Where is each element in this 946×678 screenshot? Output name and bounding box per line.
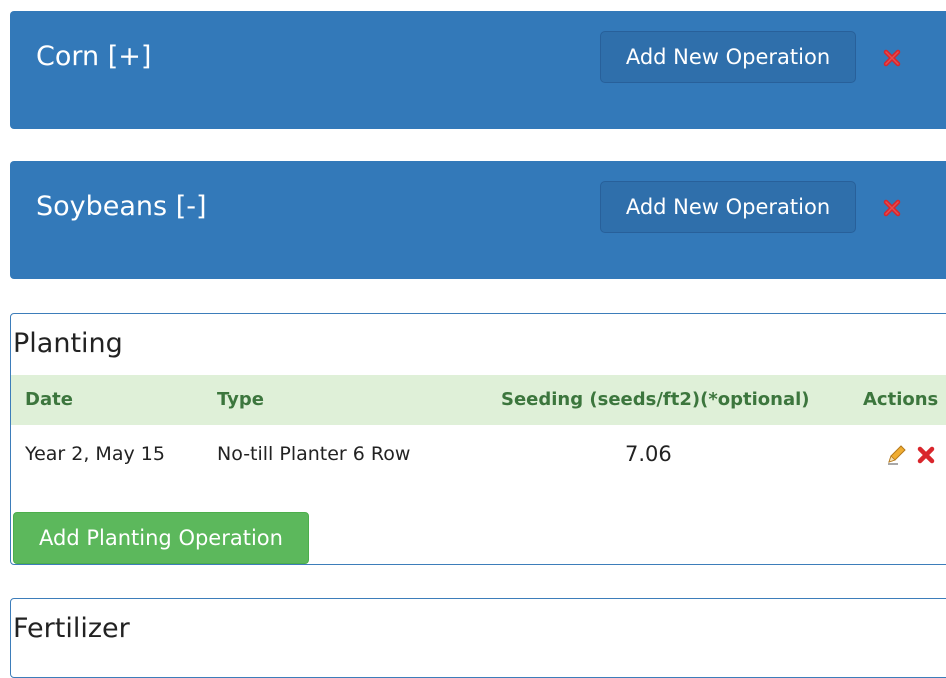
- crop-toggle-soybeans[interactable]: Soybeans [-]: [36, 189, 207, 225]
- delete-crop-icon[interactable]: [882, 48, 902, 68]
- add-new-operation-button-soybeans[interactable]: Add New Operation: [600, 181, 856, 233]
- fertilizer-section: Fertilizer: [10, 598, 946, 678]
- column-header-type: Type: [217, 389, 264, 410]
- table-row: Year 2, May 15 No-till Planter 6 Row 7.0…: [11, 429, 946, 479]
- cell-date: Year 2, May 15: [25, 443, 165, 465]
- cell-type: No-till Planter 6 Row: [217, 443, 411, 465]
- crop-panel-corn: Corn [+] Add New Operation: [10, 11, 946, 129]
- planting-table-header: Date Type Seeding (seeds/ft2)(*optional)…: [11, 375, 946, 425]
- add-new-operation-button-corn[interactable]: Add New Operation: [600, 31, 856, 83]
- column-header-actions: Actions: [863, 389, 939, 410]
- add-planting-operation-button[interactable]: Add Planting Operation: [13, 512, 309, 564]
- planting-section: Planting Date Type Seeding (seeds/ft2)(*…: [10, 313, 946, 565]
- column-header-date: Date: [25, 389, 73, 410]
- cell-seeding: 7.06: [625, 442, 672, 466]
- delete-icon[interactable]: [915, 444, 937, 466]
- crop-toggle-corn[interactable]: Corn [+]: [36, 39, 151, 75]
- crop-panel-soybeans: Soybeans [-] Add New Operation: [10, 161, 946, 279]
- pencil-icon[interactable]: [885, 444, 907, 466]
- delete-crop-icon[interactable]: [882, 198, 902, 218]
- fertilizer-title: Fertilizer: [13, 613, 130, 644]
- column-header-seeding: Seeding (seeds/ft2)(*optional): [501, 389, 810, 410]
- planting-title: Planting: [13, 328, 123, 359]
